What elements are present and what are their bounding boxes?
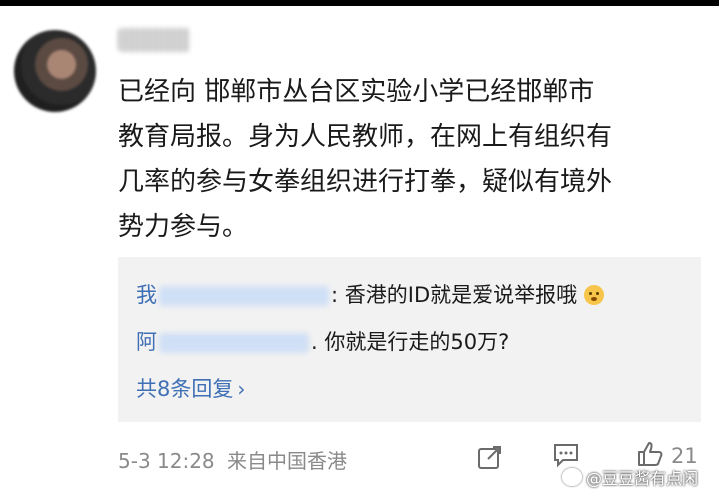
chevron-right-icon: › bbox=[237, 377, 246, 401]
comment-line: 教育局报。身为人民教师，在网上有组织有 bbox=[118, 122, 613, 152]
reply-preview-box[interactable]: 我 : 香港的ID就是爱说举报哦 阿 . 你就是行走的50万? 共8条回复 › bbox=[118, 257, 701, 422]
username-blurred[interactable] bbox=[118, 28, 190, 52]
blurred-username bbox=[159, 286, 329, 306]
location-source: 来自中国香港 bbox=[227, 449, 348, 473]
reply-username[interactable]: 阿 bbox=[136, 330, 157, 354]
comment-meta: 5-3 12:28 来自中国香港 bbox=[118, 445, 347, 474]
comment-text: 已经向 邯郸市丛台区实验小学已经邯郸市 教育局报。身为人民教师，在网上有组织有 … bbox=[118, 70, 693, 250]
watermark: @豆豆酱有点闲 bbox=[562, 465, 698, 489]
watermark-text: @豆豆酱有点闲 bbox=[586, 469, 699, 488]
comment-line: 已经向 邯郸市丛台区实验小学已经邯郸市 bbox=[118, 77, 595, 107]
share-icon[interactable] bbox=[476, 443, 504, 471]
top-bar bbox=[0, 0, 719, 6]
emoji-icon bbox=[583, 285, 604, 305]
avatar[interactable] bbox=[14, 30, 96, 112]
view-all-replies-link[interactable]: 共8条回复 › bbox=[136, 373, 245, 403]
reply-item[interactable]: 我 : 香港的ID就是爱说举报哦 bbox=[136, 279, 604, 309]
reply-text: . 你就是行走的50万? bbox=[311, 330, 510, 354]
reply-text: : 香港的ID就是爱说举报哦 bbox=[331, 283, 578, 307]
like-icon[interactable] bbox=[636, 440, 664, 468]
blurred-username bbox=[159, 333, 309, 353]
weibo-logo-icon bbox=[562, 468, 582, 486]
timestamp: 5-3 12:28 bbox=[118, 449, 215, 473]
reply-item[interactable]: 阿 . 你就是行走的50万? bbox=[136, 326, 509, 356]
reply-username[interactable]: 我 bbox=[136, 283, 157, 307]
comment-line: 势力参与。 bbox=[118, 212, 249, 242]
comment-line: 几率的参与女拳组织进行打拳，疑似有境外 bbox=[118, 167, 613, 197]
more-replies-label: 共8条回复 bbox=[136, 377, 234, 401]
